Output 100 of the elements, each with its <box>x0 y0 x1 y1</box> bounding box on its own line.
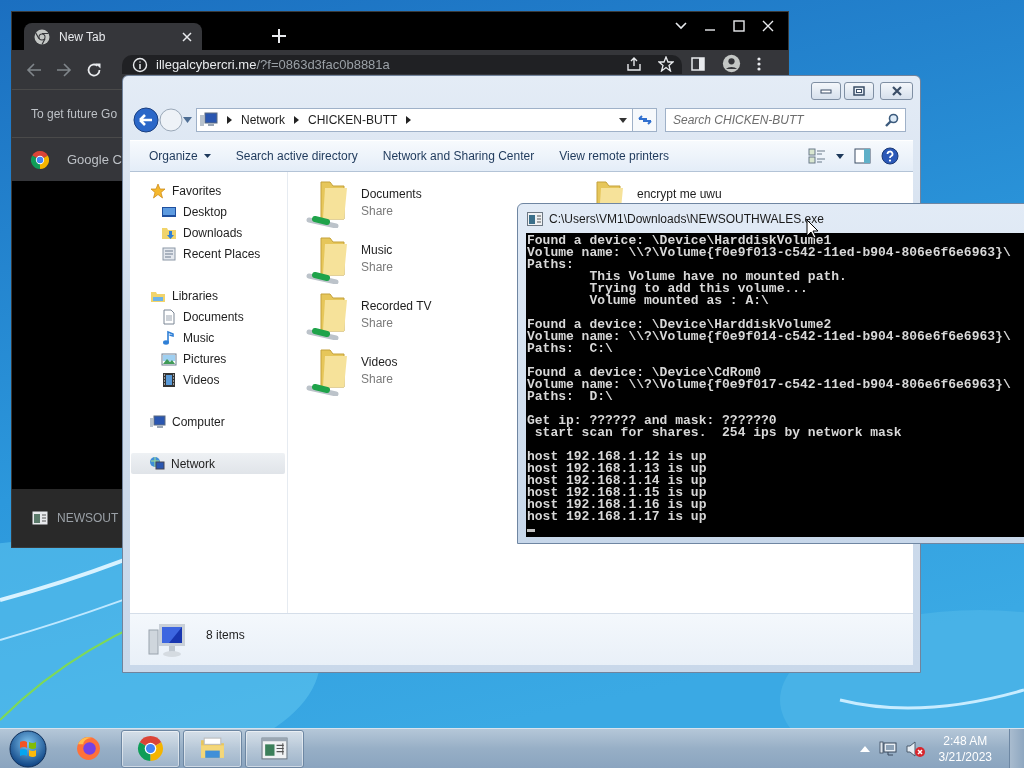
console-line: host 192.168.1.12 is up <box>527 451 708 463</box>
view-options-icon[interactable] <box>808 148 826 164</box>
breadcrumb-item[interactable]: CHICKEN-BUTT <box>308 113 398 127</box>
maximize-icon[interactable] <box>733 19 745 32</box>
console-window-icon <box>261 735 288 762</box>
bookmark-link[interactable]: Google C <box>67 152 122 167</box>
command-button[interactable]: Network and Sharing Center <box>375 145 542 167</box>
refresh-button[interactable] <box>633 108 657 132</box>
nav-item[interactable]: Desktop <box>131 201 285 222</box>
maximize-button[interactable] <box>844 82 874 100</box>
item-detail: Share <box>361 372 395 386</box>
close-icon[interactable] <box>762 19 774 32</box>
window-title: C:\Users\VM1\Downloads\NEWSOUTHWALES.exe <box>549 211 824 226</box>
dropdown-arrow-icon[interactable] <box>619 117 627 123</box>
info-icon <box>132 56 148 73</box>
start-orb-icon[interactable] <box>8 728 48 768</box>
close-icon[interactable] <box>182 31 192 42</box>
nav-item[interactable]: Videos <box>131 369 285 390</box>
network-icon[interactable] <box>878 740 897 757</box>
console-line: This Volume have no mounted path. <box>588 271 848 283</box>
console-line: Paths: D:\ <box>527 391 614 403</box>
taskbar-button[interactable] <box>121 729 180 768</box>
console-window-icon <box>527 211 543 226</box>
reload-icon[interactable] <box>86 61 102 78</box>
item-count: 8 items <box>206 627 245 642</box>
nav-item[interactable]: Documents <box>131 306 285 327</box>
address-bar[interactable]: Network CHICKEN-BUTT <box>196 108 633 132</box>
console-line: Volume name: \\?\Volume{f0e9f014-c542-11ed-b904-806e6f6e6963}\ <box>527 331 1012 343</box>
sidebar-icon[interactable] <box>690 55 706 72</box>
url-text: illegalcybercri.me/?f=0863d3fac0b8881a <box>156 57 390 72</box>
console-line: host 192.168.1.16 is up <box>527 499 708 511</box>
chrome-icon <box>137 735 164 762</box>
caret-icon[interactable] <box>836 153 844 159</box>
console-line: Found a device: \Device\HarddiskVolume1 <box>527 235 832 247</box>
music-note-icon <box>161 329 177 346</box>
item-detail: Share <box>361 260 394 274</box>
refresh-icon <box>636 113 653 127</box>
menu-icon[interactable] <box>757 55 761 72</box>
taskbar-button[interactable] <box>245 729 304 768</box>
nav-item[interactable]: Computer <box>131 411 285 432</box>
console-line: host 192.168.1.17 is up <box>527 511 708 523</box>
search-field[interactable]: Search CHICKEN-BUTT <box>665 108 906 132</box>
speaker-muted-icon[interactable] <box>905 739 926 758</box>
console-line: Found a device: \Device\HarddiskVolume2 <box>527 319 832 331</box>
minimize-icon <box>820 87 832 95</box>
maximize-icon <box>853 86 865 96</box>
console-line: Paths: <box>527 259 575 271</box>
nav-item[interactable]: Libraries <box>131 285 285 306</box>
search-icon[interactable] <box>885 113 899 127</box>
nav-item[interactable]: Music <box>131 327 285 348</box>
item-name[interactable]: encrypt me uwu <box>637 187 722 201</box>
firefox-icon <box>75 735 102 762</box>
nav-item[interactable]: Network <box>131 453 285 474</box>
command-button[interactable]: Search active directory <box>228 145 365 167</box>
nav-item[interactable]: Downloads <box>131 222 285 243</box>
nav-item[interactable]: Pictures <box>131 348 285 369</box>
browser-tab[interactable]: New Tab <box>24 23 202 50</box>
console-line: Volume name: \\?\Volume{f0e9f013-c542-11ed-b904-806e6f6e6963}\ <box>527 247 1012 259</box>
item-name[interactable]: Music <box>361 243 394 257</box>
console-line: Volume name: \\?\Volume{f0e9f017-c542-11ed-b904-806e6f6e6963}\ <box>527 379 1012 391</box>
console-line: Get ip: ?????? and mask: ??????0 <box>527 415 778 427</box>
breadcrumb-arrow-icon[interactable] <box>227 116 232 124</box>
network-icon <box>149 455 165 472</box>
star-icon[interactable] <box>658 55 674 72</box>
nav-item[interactable]: Favorites <box>131 180 285 201</box>
item-detail: Share <box>361 204 395 218</box>
text-cursor <box>527 529 535 532</box>
item-detail: Share <box>361 316 395 330</box>
new-tab-icon[interactable] <box>272 29 286 43</box>
preview-pane-icon[interactable] <box>854 148 871 164</box>
console-line: host 192.168.1.13 is up <box>527 463 708 475</box>
breadcrumb-item[interactable]: Network <box>241 113 285 127</box>
breadcrumb-arrow-icon[interactable] <box>406 116 412 124</box>
item-name[interactable]: Recorded TV <box>361 299 432 313</box>
star-icon <box>150 182 166 199</box>
item-name[interactable]: Videos <box>361 355 398 369</box>
console-line: start scan for shares. 254 ips by network mask <box>533 427 903 439</box>
chevron-down-icon[interactable] <box>675 21 687 30</box>
console-line: Found a device: \Device\CdRom0 <box>527 367 762 379</box>
console-line: Paths: C:\ <box>527 343 614 355</box>
command-button[interactable]: Organize <box>142 145 218 167</box>
film-strip-icon <box>161 371 177 388</box>
close-icon <box>890 86 903 96</box>
chrome-icon <box>34 28 50 45</box>
command-button[interactable]: View remote printers <box>552 145 676 167</box>
item-name[interactable]: Documents <box>361 187 422 201</box>
console-window-icon <box>32 511 48 525</box>
close-button[interactable] <box>880 82 913 100</box>
profile-icon[interactable] <box>722 54 741 73</box>
nav-item[interactable]: Recent Places <box>131 243 285 264</box>
breadcrumb-arrow-icon[interactable] <box>294 116 299 124</box>
console-line: host 192.168.1.14 is up <box>527 475 708 487</box>
computer-icon <box>150 413 166 430</box>
address-bar[interactable]: illegalcybercri.me/?f=0863d3fac0b8881a <box>122 55 682 74</box>
chrome-icon <box>31 150 49 169</box>
share-icon[interactable] <box>626 55 642 72</box>
taskbar-button[interactable] <box>183 729 242 768</box>
info-message: To get future Go <box>31 106 118 121</box>
help-icon[interactable] <box>881 147 899 165</box>
download-file-name[interactable]: NEWSOUT <box>57 511 119 525</box>
